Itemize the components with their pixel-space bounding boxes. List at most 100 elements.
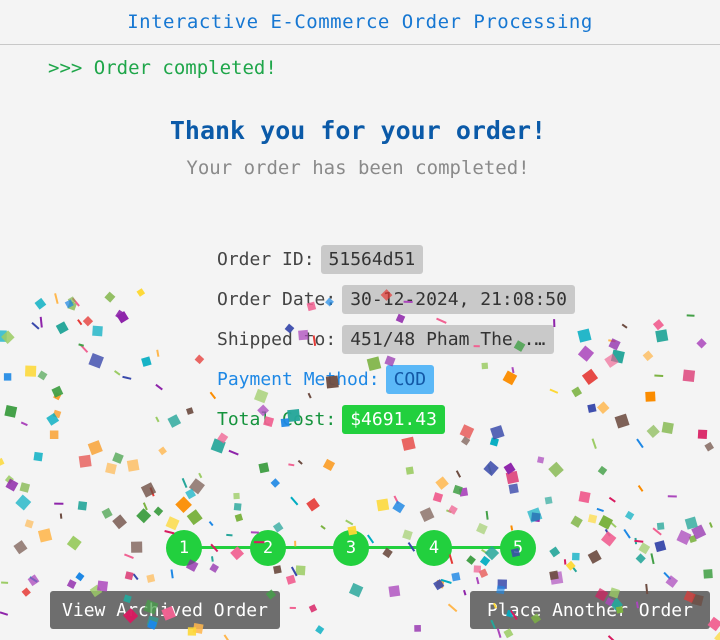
confetti-piece <box>485 510 489 520</box>
confetti-piece <box>587 549 602 564</box>
confetti-piece <box>146 574 156 583</box>
confetti-piece <box>511 367 515 374</box>
confetti-piece <box>322 458 336 472</box>
confetti-piece <box>663 571 672 580</box>
confetti-piece <box>87 440 103 456</box>
confetti-piece <box>414 625 421 632</box>
confetti-piece <box>549 546 561 558</box>
confetti-piece <box>288 463 295 467</box>
confetti-piece <box>55 321 69 335</box>
confetti-piece <box>366 534 375 544</box>
confetti-piece <box>88 353 104 369</box>
confetti-piece <box>608 496 616 503</box>
confetti-piece <box>458 487 469 497</box>
total-cost-label: Total Cost: <box>217 409 337 430</box>
confetti-piece <box>636 438 644 449</box>
confetti-piece <box>452 484 463 495</box>
order-date-label: Order Date: <box>217 289 337 310</box>
confetti-piece <box>466 555 476 565</box>
confetti-piece <box>37 370 48 381</box>
confetti-piece <box>228 449 239 456</box>
confetti-piece <box>208 520 214 527</box>
confetti-piece <box>223 634 232 640</box>
confetti-piece <box>37 528 53 543</box>
confetti-piece <box>290 496 299 506</box>
order-complete-page: Interactive E-Commerce Order Processing … <box>0 0 720 640</box>
confetti-piece <box>194 354 205 365</box>
confetti-piece <box>549 571 564 585</box>
confetti-piece <box>167 414 182 428</box>
confetti-piece <box>155 416 160 423</box>
confetti-piece <box>24 519 34 529</box>
confetti-piece <box>393 495 400 505</box>
confetti-piece <box>233 502 242 511</box>
confetti-piece <box>487 464 493 474</box>
confetti-piece <box>27 574 40 587</box>
confetti-piece <box>577 328 592 343</box>
confetti-piece <box>315 625 325 635</box>
confetti-piece <box>503 462 516 475</box>
confetti-piece <box>122 375 132 380</box>
confetti-piece <box>607 635 618 640</box>
confetti-piece <box>401 436 416 451</box>
confetti-piece <box>186 407 194 415</box>
order-id-label: Order ID: <box>217 249 315 270</box>
confetti-piece <box>548 461 564 478</box>
payment-method-value: COD <box>385 365 435 394</box>
confetti-piece <box>634 537 638 545</box>
confetti-piece <box>638 542 651 555</box>
confetti-piece <box>714 631 720 640</box>
app-title: Interactive E-Commerce Order Processing <box>127 11 593 33</box>
confetti-piece <box>497 579 507 589</box>
confetti-piece <box>708 522 713 528</box>
confetti-piece <box>655 329 669 343</box>
confetti-piece <box>112 514 128 530</box>
confetti-piece <box>549 570 559 581</box>
confetti-piece <box>0 611 9 616</box>
confetti-piece <box>637 485 644 492</box>
confetti-piece <box>273 565 282 574</box>
confetti-piece <box>158 446 167 456</box>
confetti-piece <box>447 603 458 613</box>
confetti-piece <box>105 462 117 475</box>
confetti-piece <box>571 386 583 398</box>
confetti-piece <box>607 519 617 528</box>
confetti-piece <box>581 368 599 386</box>
confetti-piece <box>481 362 489 370</box>
confetti-piece <box>270 478 281 488</box>
confetti-piece <box>49 430 59 439</box>
status-message: >>> Order completed! <box>48 57 277 79</box>
confetti-piece <box>587 403 597 413</box>
confetti-piece <box>112 452 124 464</box>
confetti-piece <box>691 524 707 540</box>
confetti-piece <box>435 476 449 490</box>
confetti-piece <box>4 404 18 418</box>
order-id-value: 51564d51 <box>320 245 424 274</box>
confetti-piece <box>67 296 76 305</box>
confetti-piece <box>233 492 240 500</box>
confetti-piece <box>140 482 157 498</box>
place-another-order-button[interactable]: Place Another Order <box>470 591 710 629</box>
confetti-piece <box>185 488 196 500</box>
confetti-piece <box>29 576 38 583</box>
confetti-piece <box>596 401 610 414</box>
confetti-piece <box>502 370 518 386</box>
confetti-piece <box>461 436 471 446</box>
confetti-piece <box>348 582 364 598</box>
confetti-piece <box>565 560 576 571</box>
confetti-piece <box>432 492 444 503</box>
confetti-piece <box>104 291 116 303</box>
confetti-piece <box>572 566 578 573</box>
confetti-piece <box>650 553 655 565</box>
confetti-piece <box>345 519 354 526</box>
order-date-row: Order Date: 30-12-2024, 21:08:50 <box>217 285 575 314</box>
confetti-piece <box>642 350 654 362</box>
confetti-piece <box>382 547 393 559</box>
view-archived-order-button[interactable]: View Archived Order <box>50 591 280 629</box>
confetti-piece <box>97 580 109 592</box>
confetti-piece <box>578 491 591 504</box>
confetti-piece <box>66 579 77 589</box>
confetti-piece <box>549 388 559 394</box>
confetti-piece <box>591 438 597 449</box>
confetti-piece <box>15 494 32 511</box>
